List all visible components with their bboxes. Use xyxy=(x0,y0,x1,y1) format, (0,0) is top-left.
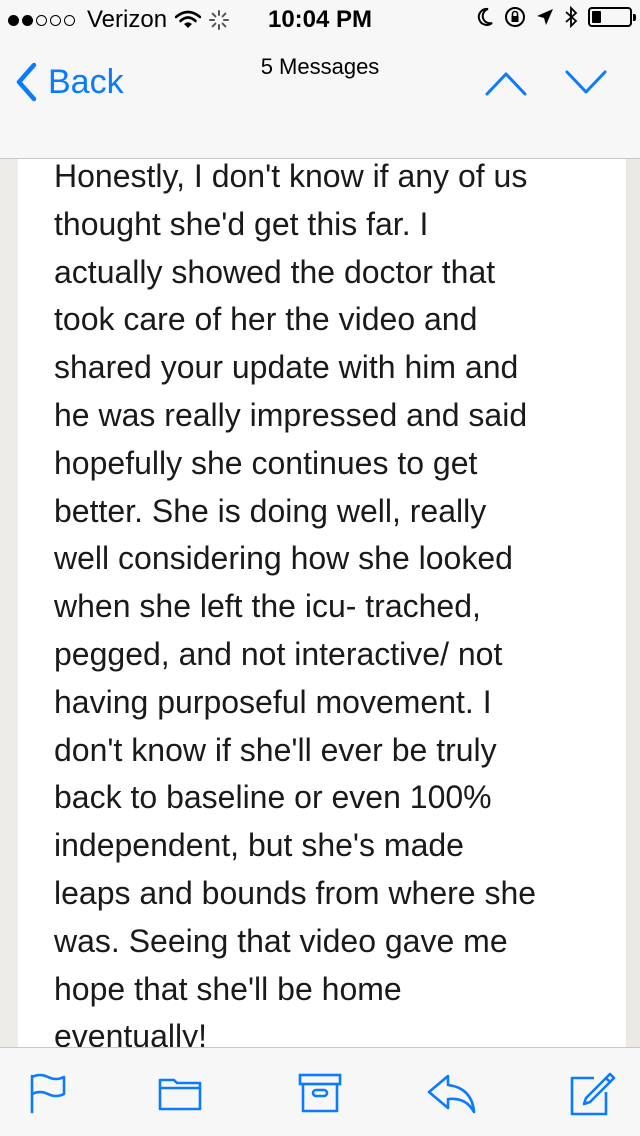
battery-icon xyxy=(588,7,636,27)
flag-button[interactable] xyxy=(28,1072,68,1114)
message-body-text: Honestly, I don't know if any of us thou… xyxy=(54,159,537,1047)
mail-message-screen: Verizon 10:04 PM Back 5 Messages Honestl… xyxy=(0,0,640,1136)
move-to-folder-button[interactable] xyxy=(158,1072,202,1112)
flag-icon xyxy=(30,1073,66,1114)
scroll-gutter-right xyxy=(626,159,640,1047)
message-body-area[interactable]: Honestly, I don't know if any of us thou… xyxy=(0,159,640,1047)
folder-icon xyxy=(158,1078,202,1111)
bottom-toolbar xyxy=(0,1047,640,1136)
reply-button[interactable] xyxy=(426,1072,478,1116)
bluetooth-icon xyxy=(565,6,578,28)
archive-icon xyxy=(298,1073,342,1113)
message-count-title: 5 Messages xyxy=(260,54,380,79)
status-right xyxy=(476,6,636,28)
battery-level xyxy=(592,11,601,23)
next-message-button[interactable] xyxy=(564,68,608,103)
status-bar: Verizon 10:04 PM xyxy=(0,0,640,40)
previous-message-button[interactable] xyxy=(484,68,528,103)
compose-button[interactable] xyxy=(568,1072,616,1120)
archive-button[interactable] xyxy=(298,1072,342,1114)
location-arrow-icon xyxy=(537,9,553,25)
rotation-lock-icon xyxy=(505,7,525,27)
navigation-bar: Back 5 Messages xyxy=(0,40,640,159)
compose-icon xyxy=(570,1072,616,1116)
chevron-down-icon xyxy=(565,70,607,94)
reply-icon xyxy=(427,1074,476,1114)
quote-gutter-left xyxy=(0,159,18,1047)
chevron-up-icon xyxy=(485,72,527,96)
moon-icon xyxy=(477,7,493,26)
